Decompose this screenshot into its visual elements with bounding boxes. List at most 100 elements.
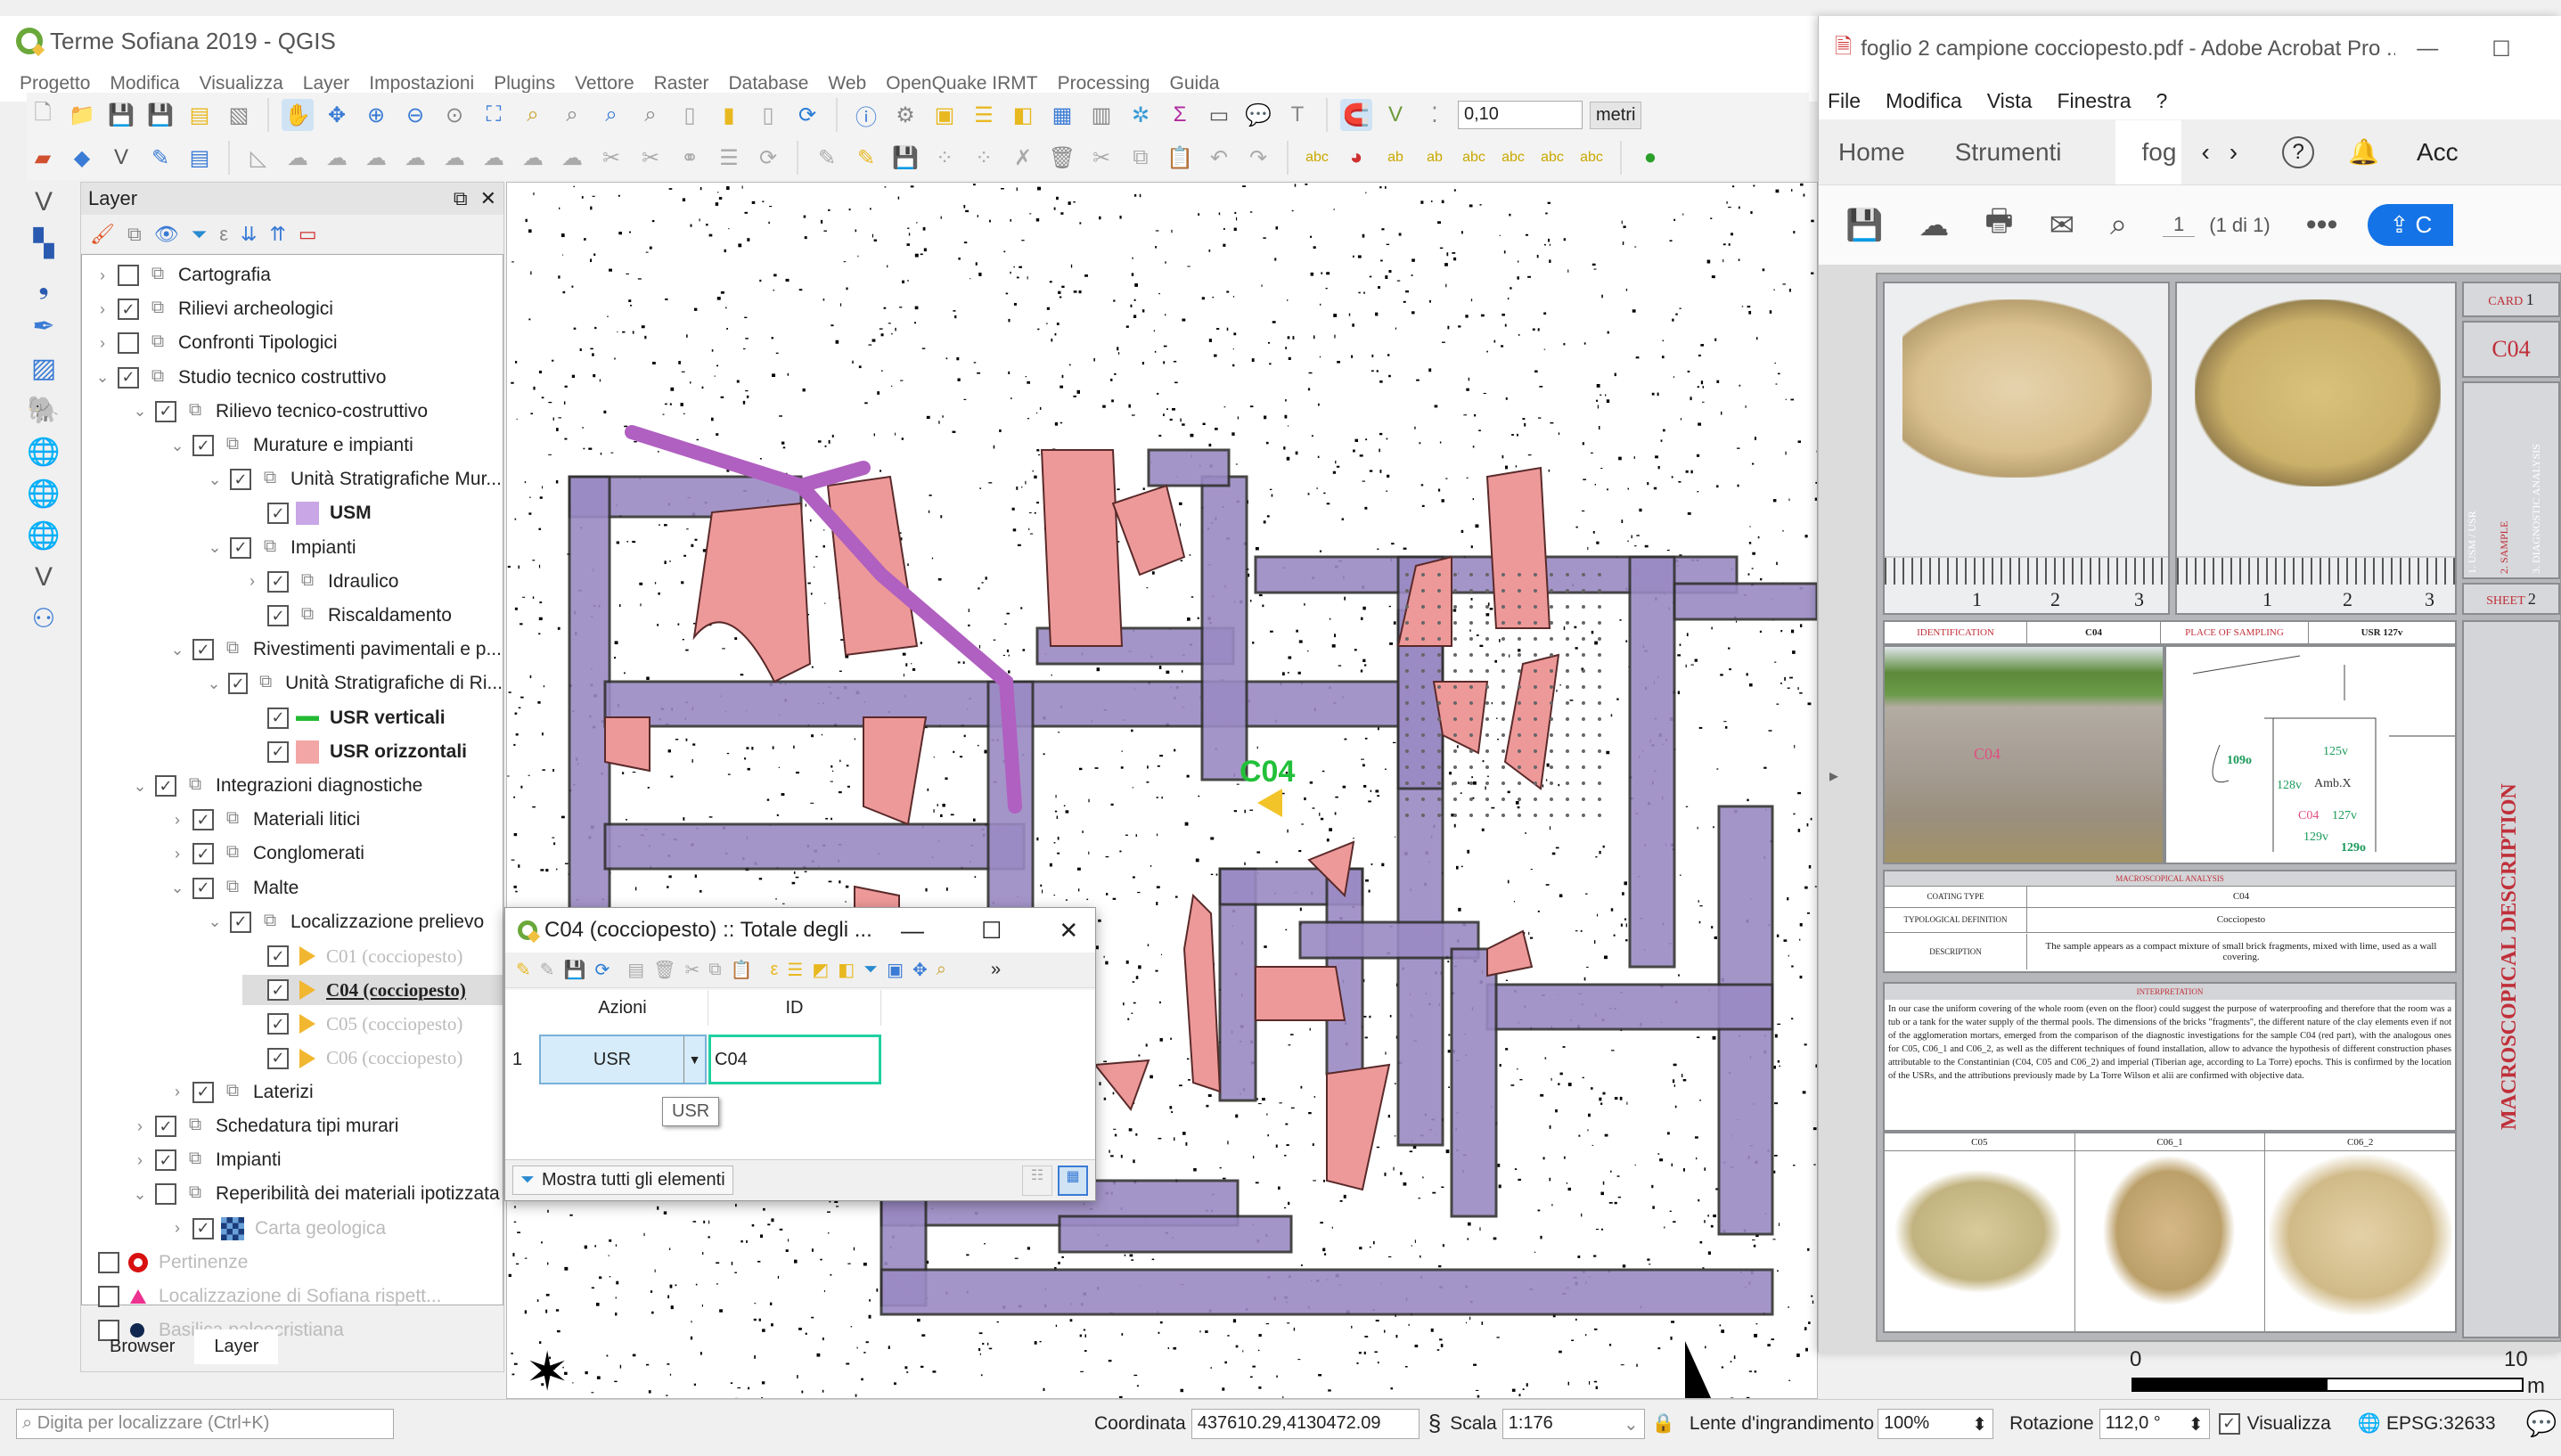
layer-tree-item[interactable]: ⌄ ✓ ⧉ Impianti xyxy=(205,533,503,563)
zoom-last-icon[interactable]: ⌕ xyxy=(595,99,627,131)
menu-progetto[interactable]: Progetto xyxy=(20,73,90,94)
coordinate-field[interactable]: 437610.29,4130472.09 xyxy=(1190,1408,1420,1439)
copy-icon[interactable]: ⧉ xyxy=(708,960,721,980)
chevron-down-icon[interactable]: ⌄ xyxy=(130,402,150,421)
layer-visibility-checkbox[interactable]: ✓ xyxy=(267,979,289,1002)
menu-processing[interactable]: Processing xyxy=(1058,73,1150,94)
new-virtual-layer-icon[interactable]: ▤ xyxy=(184,142,216,174)
layer-tree-item[interactable]: ⌄ ✓ ⧉ Rilievo tecnico-costruttivo xyxy=(130,397,503,427)
row-number[interactable]: 1 xyxy=(512,1035,522,1084)
save-icon[interactable]: 💾 xyxy=(1845,208,1883,243)
chevron-right-icon[interactable]: › xyxy=(130,1117,150,1136)
data-source-manager-icon[interactable]: ▰ xyxy=(27,142,59,174)
chevron-right-icon[interactable]: › xyxy=(168,1219,187,1238)
messages-icon[interactable]: 💬 xyxy=(2526,1409,2557,1438)
text-annotation-icon[interactable]: T xyxy=(1281,99,1313,131)
advanced-edit-icon[interactable]: ☁ xyxy=(321,142,353,174)
deselect-icon[interactable]: ◧ xyxy=(1007,99,1039,131)
layer-tree-item[interactable]: ✓ C05 (cocciopesto) xyxy=(242,1009,503,1039)
layer-tree-item[interactable]: ⌄ ✓ ⧉ Integrazioni diagnostiche xyxy=(130,771,503,801)
id-cell[interactable]: C04 xyxy=(708,1035,881,1084)
layer-tree-item[interactable]: ⌄ ✓ ⧉ Localizzazione prelievo xyxy=(205,907,503,937)
run-action-icon[interactable]: ⚙ xyxy=(889,99,921,131)
advanced-edit-icon[interactable]: ☁ xyxy=(399,142,431,174)
menu-raster[interactable]: Raster xyxy=(654,73,709,94)
label-icon[interactable]: abc xyxy=(1301,142,1333,174)
menu-impostazioni[interactable]: Impostazioni xyxy=(369,73,474,94)
add-group-icon[interactable]: ⧉ xyxy=(127,223,142,246)
layer-tree-item[interactable]: Pertinenze xyxy=(93,1247,503,1278)
advanced-edit-icon[interactable]: ☁ xyxy=(556,142,588,174)
move-selection-top-icon[interactable]: ▣ xyxy=(887,959,904,981)
layer-visibility-checkbox[interactable]: ✓ xyxy=(267,570,289,593)
float-panel-icon[interactable]: ⧉ xyxy=(454,187,468,209)
chevron-right-icon[interactable]: › xyxy=(93,334,112,353)
save-project-icon[interactable]: 💾 xyxy=(105,99,137,131)
layer-tree-item[interactable]: › ✓ ⧉ Idraulico xyxy=(242,567,503,597)
add-delimited-text-icon[interactable]: ❟ xyxy=(24,270,63,300)
menu-modifica[interactable]: Modifica xyxy=(1886,89,1962,113)
new-print-layout-icon[interactable]: ▤ xyxy=(184,99,216,131)
toggle-extents-icon[interactable]: § xyxy=(1428,1410,1441,1437)
more-options-icon[interactable]: ••• xyxy=(2306,208,2338,242)
layer-visibility-checkbox[interactable]: ✓ xyxy=(192,1217,214,1239)
layer-visibility-checkbox[interactable]: ✓ xyxy=(267,707,289,729)
layer-visibility-checkbox[interactable]: ✓ xyxy=(155,1116,176,1137)
paste-icon[interactable]: 📋 xyxy=(731,959,753,981)
layer-visibility-checkbox[interactable]: ✓ xyxy=(192,809,214,831)
layer-tree-item[interactable]: ✓ C01 (cocciopesto) xyxy=(242,941,503,971)
new-project-icon[interactable]: 🗋 xyxy=(27,99,59,131)
column-header-azioni[interactable]: Azioni xyxy=(537,990,708,1026)
add-feature-icon[interactable]: ▤ xyxy=(627,959,644,981)
layer-tree-item[interactable]: ✓ USR verticali xyxy=(242,703,503,733)
layer-visibility-checkbox[interactable]: ✓ xyxy=(267,605,289,626)
measure-icon[interactable]: ▭ xyxy=(1203,99,1235,131)
layer-tree-item[interactable]: ⌄ ✓ ⧉ Malte xyxy=(168,873,503,904)
chevron-right-icon[interactable]: › xyxy=(242,572,262,591)
menu-vettore[interactable]: Vettore xyxy=(575,73,634,94)
column-header-id[interactable]: ID xyxy=(708,990,881,1026)
layer-visibility-checkbox[interactable]: ✓ xyxy=(155,400,176,422)
highlight-labels-icon[interactable]: ab xyxy=(1419,142,1451,174)
chevron-down-icon[interactable]: ⌄ xyxy=(168,437,187,455)
cut-icon[interactable]: ✂ xyxy=(1085,142,1117,174)
chevron-down-icon[interactable]: ⌄ xyxy=(205,675,223,693)
add-vector-tile-icon[interactable]: ⚇ xyxy=(24,603,63,634)
expand-all-icon[interactable]: ⇊ xyxy=(241,223,257,246)
layer-visibility-checkbox[interactable]: ✓ xyxy=(155,1149,176,1172)
snap-tolerance-input[interactable]: 0,10 xyxy=(1458,101,1583,129)
zoom-selection-icon[interactable]: ⌕ xyxy=(937,960,946,980)
merge-icon[interactable]: ⚭ xyxy=(674,142,706,174)
select-all-icon[interactable]: ☰ xyxy=(787,959,803,981)
zoom-in-icon[interactable]: ⊕ xyxy=(360,99,392,131)
cut-icon[interactable]: ✂ xyxy=(685,959,700,981)
layout-manager-icon[interactable]: ▧ xyxy=(223,99,255,131)
share-button[interactable]: ⇪ C xyxy=(2368,204,2454,246)
layer-visibility-checkbox[interactable]: ✓ xyxy=(192,843,214,865)
diagram-icon[interactable]: ◕ xyxy=(1340,142,1372,174)
tab-browser[interactable]: Browser xyxy=(90,1329,194,1364)
chevron-right-icon[interactable]: › xyxy=(168,811,187,830)
processing-toolbox-icon[interactable]: ✲ xyxy=(1125,99,1157,131)
new-shapefile-icon[interactable]: V xyxy=(105,142,137,174)
layer-visibility-checkbox[interactable] xyxy=(98,1286,119,1307)
select-by-value-icon[interactable]: ☰ xyxy=(968,99,1000,131)
layer-visibility-checkbox[interactable]: ✓ xyxy=(230,536,251,559)
render-checkbox[interactable]: ✓ xyxy=(2218,1412,2240,1435)
chevron-down-icon[interactable]: ⌄ xyxy=(168,641,187,659)
zoom-out-icon[interactable]: ⊖ xyxy=(399,99,431,131)
collapse-all-icon[interactable]: ⇈ xyxy=(269,223,285,246)
reload-icon[interactable]: ⟳ xyxy=(594,959,610,981)
map-tips-icon[interactable]: 💬 xyxy=(1242,99,1274,131)
more-tools-icon[interactable]: » xyxy=(991,960,1001,980)
advanced-edit-icon[interactable]: ☁ xyxy=(360,142,392,174)
layer-tree-item[interactable]: › ✓ ⧉ Schedatura tipi murari xyxy=(130,1111,503,1141)
menu-help[interactable]: ? xyxy=(2156,89,2168,113)
undo-icon[interactable]: ↶ xyxy=(1203,142,1235,174)
chevron-down-icon[interactable]: ⌄ xyxy=(93,368,112,387)
pan-to-selection-icon[interactable]: ✥ xyxy=(912,959,928,981)
deselect-icon[interactable]: ◧ xyxy=(838,959,855,981)
layer-tree-item[interactable]: › ✓ Carta geologica xyxy=(168,1214,503,1244)
side-panel-toggle[interactable]: ▸ xyxy=(1829,765,1838,787)
filter-legend-icon[interactable]: ⏷ xyxy=(192,223,208,246)
